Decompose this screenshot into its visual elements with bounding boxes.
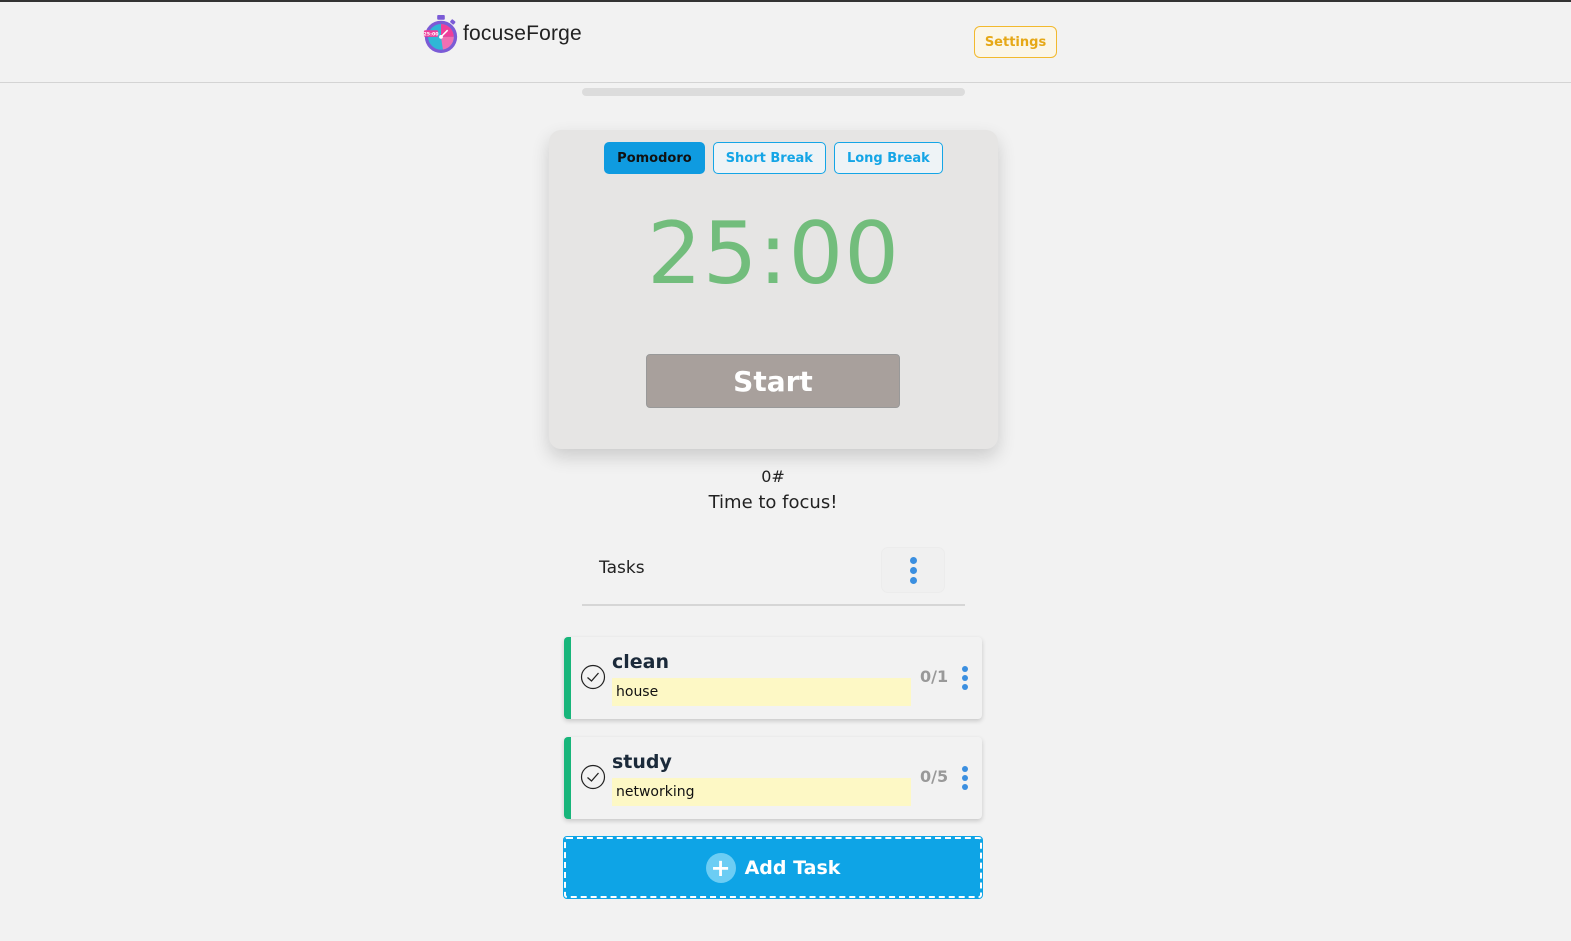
pomodoro-count: 0#	[761, 467, 785, 486]
timer-card: Pomodoro Short Break Long Break 25:00 St…	[549, 130, 998, 449]
session-progress-bar	[582, 88, 965, 96]
tasks-header: Tasks	[582, 544, 965, 606]
tasks-title: Tasks	[599, 558, 645, 578]
timer-mode-tabs: Pomodoro Short Break Long Break	[549, 142, 998, 174]
kebab-menu-icon	[909, 556, 917, 584]
plus-circle-icon: +	[705, 852, 736, 883]
check-circle-icon[interactable]	[580, 764, 606, 790]
start-button[interactable]: Start	[646, 354, 900, 408]
task-menu-button[interactable]	[957, 665, 973, 691]
session-status-text: Time to focus!	[708, 492, 838, 513]
tab-short-break[interactable]: Short Break	[712, 142, 826, 174]
timer-display: 25:00	[647, 204, 900, 304]
task-pomodoro-progress: 0/5	[920, 767, 949, 786]
brand-name: focuseForge	[463, 22, 582, 45]
tab-pomodoro[interactable]: Pomodoro	[604, 142, 705, 174]
task-pomodoro-progress: 0/1	[920, 667, 949, 686]
add-task-button[interactable]: + Add Task	[563, 836, 983, 899]
app-header: 25:00 focuseForge Settings	[0, 2, 1571, 83]
task-note: networking	[612, 778, 911, 806]
kebab-menu-icon	[962, 666, 968, 690]
brand[interactable]: 25:00 focuseForge	[422, 14, 582, 54]
tasks-menu-button[interactable]	[882, 548, 944, 592]
task-item[interactable]: study networking 0/5	[564, 737, 982, 819]
task-menu-button[interactable]	[957, 765, 973, 791]
task-name: clean	[612, 651, 670, 673]
svg-text:25:00: 25:00	[423, 32, 439, 38]
settings-button[interactable]: Settings	[974, 26, 1057, 58]
task-item[interactable]: clean house 0/1	[564, 637, 982, 719]
tab-long-break[interactable]: Long Break	[833, 142, 943, 174]
task-name: study	[612, 751, 672, 773]
task-note: house	[612, 678, 911, 706]
add-task-label: Add Task	[744, 856, 841, 879]
check-circle-icon[interactable]	[580, 664, 606, 690]
kebab-menu-icon	[962, 766, 968, 790]
stopwatch-logo-icon: 25:00	[423, 15, 458, 53]
